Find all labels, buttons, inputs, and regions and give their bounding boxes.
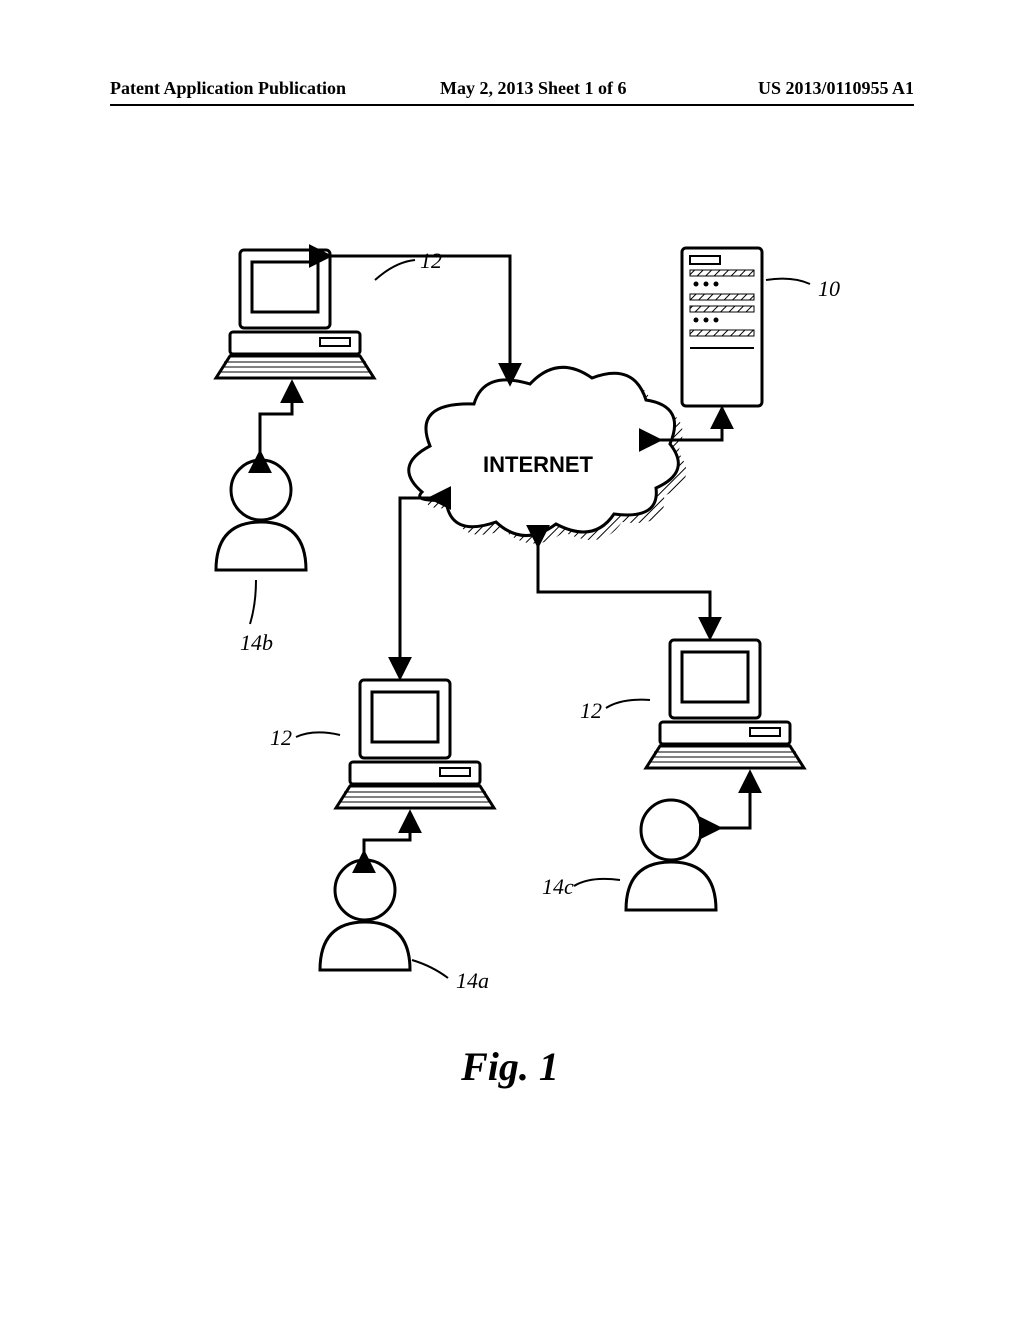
refnum-computer-right: 12 <box>580 698 602 723</box>
user-c <box>626 800 716 910</box>
refnum-user-b: 14b <box>240 630 273 655</box>
cloud-label: INTERNET <box>483 452 594 477</box>
refnum-computer-mid: 12 <box>270 725 292 750</box>
page: Patent Application Publication May 2, 20… <box>0 0 1024 1320</box>
header-rule <box>110 104 914 106</box>
server <box>682 248 762 406</box>
computer-top-left <box>216 250 374 378</box>
header-middle: May 2, 2013 Sheet 1 of 6 <box>440 78 626 99</box>
figure-caption: Fig. 1 <box>150 1043 870 1090</box>
header-left: Patent Application Publication <box>110 78 346 99</box>
internet-cloud: INTERNET <box>409 367 687 543</box>
refnum-server: 10 <box>818 276 840 301</box>
page-header: Patent Application Publication May 2, 20… <box>110 78 914 104</box>
refnum-user-c: 14c <box>542 874 574 899</box>
computer-right <box>646 640 804 768</box>
refnum-user-a: 14a <box>456 968 489 993</box>
user-b <box>216 460 306 570</box>
header-right: US 2013/0110955 A1 <box>758 78 914 99</box>
diagram-svg: INTERNET 12 10 14b <box>150 240 870 1040</box>
figure-1: INTERNET 12 10 14b <box>150 240 870 1040</box>
refnum-computer-top: 12 <box>420 248 442 273</box>
user-a <box>320 860 410 970</box>
computer-middle <box>336 680 494 808</box>
